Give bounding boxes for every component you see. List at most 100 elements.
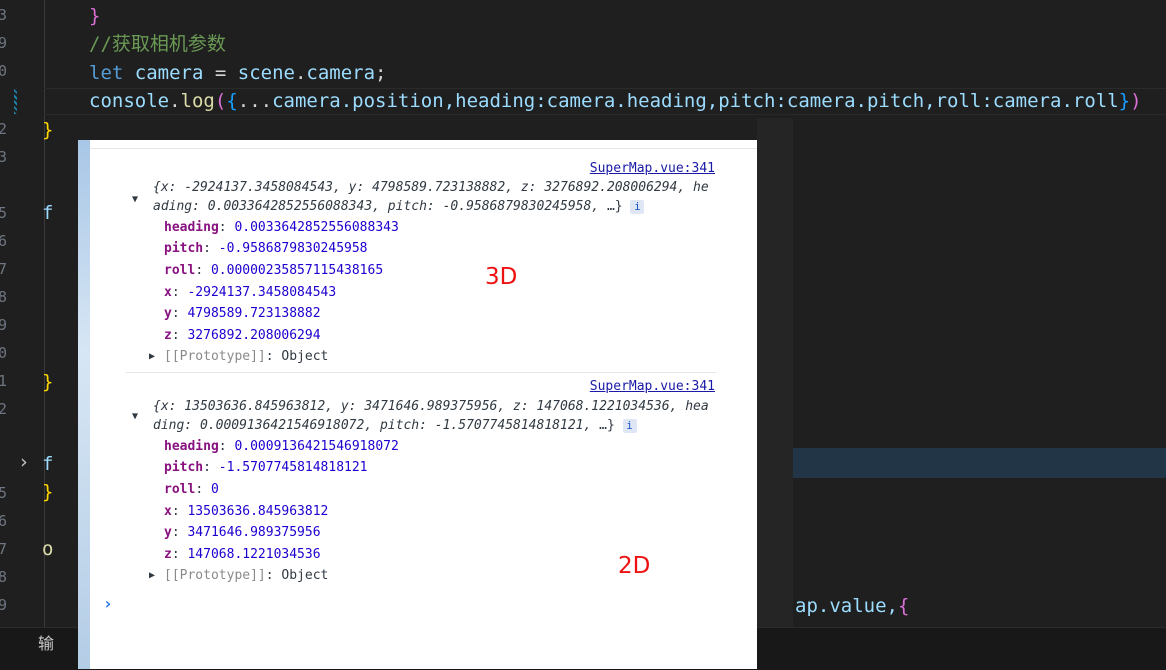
property-row[interactable]: heading: 0.0033642852556088343 [164, 218, 399, 238]
property-row[interactable]: roll: 0 [164, 480, 219, 500]
variable-token: console [89, 90, 170, 112]
variable-token: ap [795, 595, 818, 617]
property-value: -2924137.3458084543 [187, 285, 337, 300]
closing-brace: } [42, 481, 54, 503]
code-line[interactable]: ap.value,{ [795, 593, 909, 619]
annotation-label: 3D [485, 264, 518, 290]
console-sidebar-edge [78, 140, 90, 669]
divider [126, 372, 716, 373]
output-tab[interactable]: 输 [38, 630, 54, 654]
collapse-triangle-icon[interactable]: ▶ [149, 570, 155, 581]
prototype-row[interactable]: [[Prototype]]: Object [164, 347, 328, 367]
prototype-value: : Object [265, 568, 329, 583]
collapse-triangle-icon[interactable]: ▶ [149, 351, 155, 362]
property-value: 3471646.989375956 [187, 525, 321, 540]
property-token: ,heading: [443, 90, 547, 112]
selection-highlight [790, 448, 1166, 478]
function-keyword-fragment: f [42, 202, 54, 224]
comment-token: //获取相机参数 [89, 33, 226, 55]
property-row[interactable]: x: 13503636.845963812 [164, 502, 328, 522]
property-row[interactable]: z: 3276892.208006294 [164, 326, 321, 346]
code-line[interactable]: } [89, 3, 100, 29]
property-token: .heading [615, 90, 707, 112]
function-keyword-fragment: f [42, 453, 54, 475]
property-row[interactable]: x: -2924137.3458084543 [164, 283, 336, 303]
property-value: 0.0033642852556088343 [234, 220, 399, 235]
line-number: 3 [0, 6, 8, 24]
property-token: .position [340, 90, 444, 112]
property-value: 4798589.723138882 [187, 306, 321, 321]
property-token: .pitch [855, 90, 925, 112]
prototype-value: : Object [265, 349, 329, 364]
property-row[interactable]: y: 3471646.989375956 [164, 523, 321, 543]
expand-triangle-icon[interactable]: ▼ [132, 194, 138, 205]
preview-line: {x: 13503636.845963812, y: 3471646.98937… [153, 399, 709, 414]
line-number: 3 [0, 148, 8, 166]
prototype-key: [[Prototype]] [164, 349, 266, 364]
variable-token: camera [272, 90, 341, 112]
property-key: x [164, 504, 172, 519]
spread-token: ... [237, 90, 273, 112]
punctuation-token: ; [375, 62, 387, 84]
property-value: -1.5707745814818121 [218, 460, 368, 475]
object-preview[interactable]: {x: -2924137.3458084543, y: 4798589.7231… [153, 178, 723, 216]
prototype-row[interactable]: [[Prototype]]: Object [164, 566, 328, 586]
modified-line-indicator [14, 88, 17, 114]
property-token: ,roll: [924, 90, 993, 112]
property-value: 13503636.845963812 [187, 504, 329, 519]
divider [90, 148, 757, 149]
line-number: 8 [0, 568, 8, 586]
line-number: 0 [0, 62, 8, 80]
property-value: 3276892.208006294 [187, 328, 321, 343]
property-value: 0 [210, 482, 219, 497]
property-token: camera [306, 62, 376, 84]
info-icon[interactable]: i [630, 199, 645, 214]
preview-line: {x: -2924137.3458084543, y: 4798589.7231… [153, 180, 709, 195]
line-number: 5 [0, 484, 8, 502]
line-number: 2 [0, 120, 8, 138]
devtools-console[interactable]: SuperMap.vue:341 ▼ {x: -2924137.34580845… [78, 140, 757, 669]
line-number: 9 [0, 596, 8, 614]
property-key: roll [164, 482, 196, 497]
property-key: y [164, 306, 172, 321]
object-preview[interactable]: {x: 13503636.845963812, y: 3471646.98937… [153, 397, 723, 435]
keyword-token: let [89, 62, 124, 84]
line-number: 9 [0, 34, 8, 52]
paren-token: ) [1130, 90, 1142, 112]
fold-chevron-icon[interactable]: › [18, 451, 29, 473]
line-number-gutter: 3 9 0 2 3 5 6 7 8 9 0 1 2 5 6 7 8 9 [0, 0, 40, 669]
info-icon[interactable]: i [622, 418, 637, 433]
property-row[interactable]: z: 147068.1221034536 [164, 545, 321, 565]
source-link[interactable]: SuperMap.vue:341 [590, 161, 715, 176]
closing-brace: } [42, 119, 54, 141]
preview-text: ading: 0.0033642852556088343, pitch: -0.… [153, 199, 600, 214]
property-row[interactable]: roll: 0.00000235857115438165 [164, 261, 383, 281]
code-line[interactable]: let camera = scene.camera; [89, 60, 387, 86]
property-token: ,pitch: [706, 90, 787, 112]
property-value: -0.9586879830245958 [218, 241, 368, 256]
property-row[interactable]: pitch: -0.9586879830245958 [164, 239, 368, 259]
property-row[interactable]: pitch: -1.5707745814818121 [164, 458, 368, 478]
code-line[interactable]: console.log({...camera.position,heading:… [89, 88, 1142, 114]
property-key: roll [164, 263, 196, 278]
property-value: 147068.1221034536 [187, 547, 321, 562]
property-token: .roll [1061, 90, 1119, 112]
line-number: 7 [0, 260, 8, 278]
code-line[interactable]: //获取相机参数 [89, 31, 226, 57]
property-value: 0.00000235857115438165 [210, 263, 384, 278]
property-token: .value, [817, 595, 898, 617]
property-key: z [164, 547, 172, 562]
console-prompt-icon[interactable]: › [103, 594, 113, 613]
property-key: y [164, 525, 172, 540]
brace-token: { [226, 90, 238, 112]
code-fragment: o [42, 538, 54, 560]
source-link[interactable]: SuperMap.vue:341 [590, 379, 715, 394]
variable-token: camera [546, 90, 616, 112]
prototype-key: [[Prototype]] [164, 568, 266, 583]
variable-token: camera [992, 90, 1062, 112]
property-key: heading [164, 439, 219, 454]
expand-triangle-icon[interactable]: ▼ [132, 411, 138, 422]
property-row[interactable]: heading: 0.0009136421546918072 [164, 437, 399, 457]
property-row[interactable]: y: 4798589.723138882 [164, 304, 321, 324]
preview-text: ding: 0.0009136421546918072, pitch: -1.5… [153, 418, 592, 433]
